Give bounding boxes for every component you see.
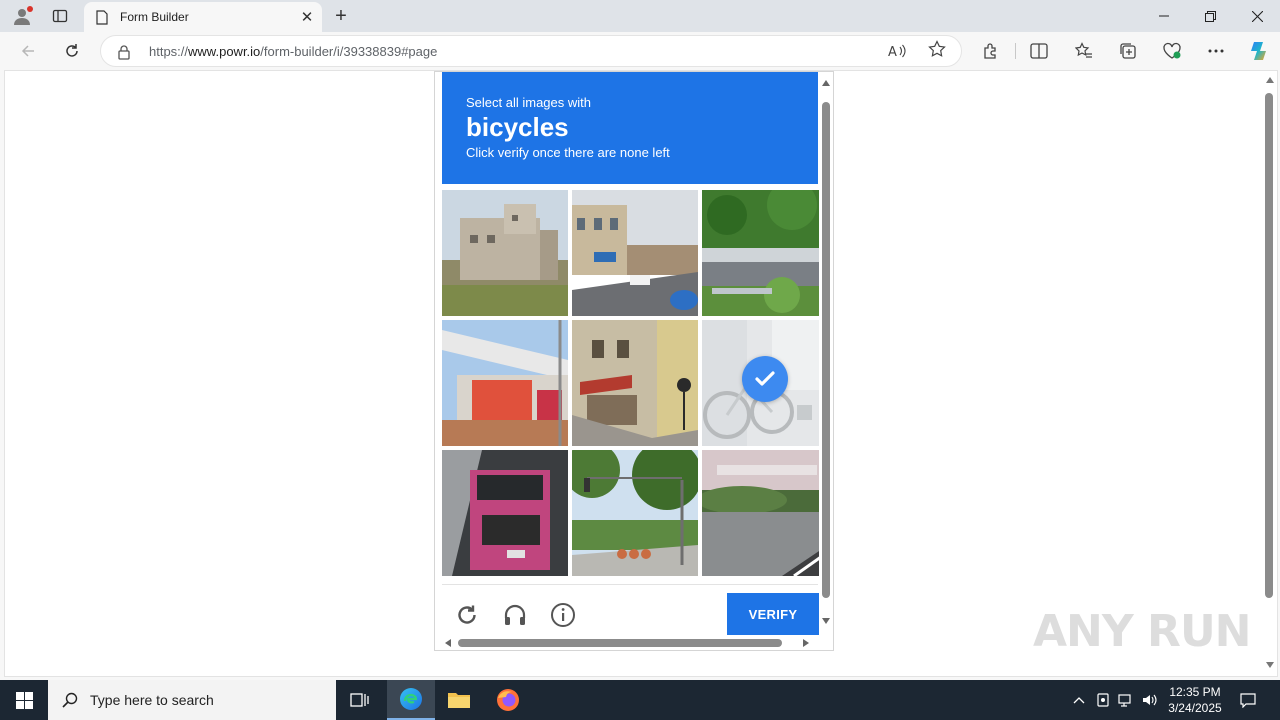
svg-text:A: A xyxy=(888,45,897,59)
read-aloud-icon[interactable]: A xyxy=(888,43,906,62)
selected-check-icon xyxy=(742,356,788,402)
favorite-star-icon[interactable] xyxy=(928,40,946,63)
tab-title: Form Builder xyxy=(120,10,189,24)
extensions-icon[interactable] xyxy=(976,36,1006,66)
search-icon xyxy=(62,692,78,708)
scroll-up-arrow-icon[interactable] xyxy=(1266,77,1274,83)
notifications-icon[interactable] xyxy=(1234,680,1262,720)
show-hidden-icons-chevron-icon[interactable] xyxy=(1068,680,1090,720)
close-window-icon[interactable] xyxy=(1234,0,1280,32)
captcha-target: bicycles xyxy=(466,112,569,142)
back-icon[interactable] xyxy=(13,36,43,66)
verify-button[interactable]: VERIFY xyxy=(727,593,819,635)
clock-date: 3/24/2025 xyxy=(1168,701,1222,715)
captcha-tile-cafe[interactable] xyxy=(572,320,698,446)
page-vertical-scrollbar[interactable] xyxy=(1261,71,1277,676)
network-icon[interactable] xyxy=(1115,680,1137,720)
captcha-tile-building[interactable] xyxy=(442,190,568,316)
lock-icon[interactable] xyxy=(117,44,133,60)
toolbar-divider xyxy=(1015,43,1016,59)
captcha-vertical-scrollbar[interactable] xyxy=(819,72,833,636)
profile-icon[interactable] xyxy=(8,0,36,32)
tab-form-builder[interactable]: Form Builder ✕ xyxy=(84,2,322,32)
anyrun-watermark: ANY RUN xyxy=(1033,606,1251,657)
captcha-tile-bicycle[interactable] xyxy=(702,320,828,446)
url-text[interactable]: https://www.powr.io/form-builder/i/39338… xyxy=(149,44,437,59)
favorites-icon[interactable] xyxy=(1069,36,1099,66)
captcha-tile-traffic-light[interactable] xyxy=(572,450,698,576)
reload-icon[interactable] xyxy=(453,601,481,629)
captcha-frame: Select all images with bicycles Click ve… xyxy=(434,71,834,651)
scrollbar-thumb[interactable] xyxy=(1265,93,1273,598)
windows-start-icon[interactable] xyxy=(0,680,48,720)
captcha-hint: Click verify once there are none left xyxy=(466,145,670,160)
scroll-left-arrow-icon[interactable] xyxy=(445,639,451,647)
taskbar-search-box[interactable]: Type here to search xyxy=(48,680,336,720)
audio-icon[interactable] xyxy=(501,601,529,629)
scrollbar-thumb[interactable] xyxy=(458,639,782,647)
file-explorer-icon[interactable] xyxy=(435,680,483,720)
meet-now-icon[interactable] xyxy=(1093,680,1113,720)
scroll-right-arrow-icon[interactable] xyxy=(803,639,809,647)
tab-actions-icon[interactable] xyxy=(46,0,74,32)
volume-icon[interactable] xyxy=(1139,680,1161,720)
scroll-down-arrow-icon[interactable] xyxy=(1266,662,1274,668)
split-screen-icon[interactable] xyxy=(1024,36,1054,66)
close-tab-icon[interactable]: ✕ xyxy=(294,4,320,30)
captcha-header: Select all images with bicycles Click ve… xyxy=(442,72,818,184)
reload-icon[interactable] xyxy=(57,36,87,66)
scroll-up-arrow-icon[interactable] xyxy=(822,80,830,86)
restore-icon[interactable] xyxy=(1187,0,1233,32)
clock-time: 12:35 PM xyxy=(1169,685,1221,699)
new-tab-button[interactable]: + xyxy=(328,0,354,32)
browser-title-bar: Form Builder ✕ + xyxy=(0,0,1280,32)
address-bar[interactable]: https://www.powr.io/form-builder/i/39338… xyxy=(100,35,962,67)
captcha-horizontal-scrollbar[interactable] xyxy=(435,636,821,650)
copilot-icon[interactable] xyxy=(1243,36,1273,66)
more-menu-icon[interactable] xyxy=(1201,36,1231,66)
task-view-icon[interactable] xyxy=(336,680,384,720)
edge-icon[interactable] xyxy=(387,680,435,720)
collections-icon[interactable] xyxy=(1113,36,1143,66)
page-icon xyxy=(96,9,110,25)
captcha-tile-bridge[interactable] xyxy=(702,190,828,316)
captcha-image-grid xyxy=(442,190,828,578)
scrollbar-thumb[interactable] xyxy=(822,102,830,598)
firefox-icon[interactable] xyxy=(484,680,532,720)
captcha-instruction: Select all images with xyxy=(466,95,591,110)
captcha-footer-divider xyxy=(442,584,818,585)
page-viewport: Select all images with bicycles Click ve… xyxy=(4,70,1278,677)
minimize-icon[interactable] xyxy=(1141,0,1187,32)
windows-taskbar: Type here to search 12:35 PM 3/24/2025 xyxy=(0,680,1280,720)
scroll-down-arrow-icon[interactable] xyxy=(822,618,830,624)
captcha-tile-hedge[interactable] xyxy=(702,450,828,576)
captcha-tile-street[interactable] xyxy=(572,190,698,316)
info-icon[interactable] xyxy=(549,601,577,629)
captcha-tile-truck[interactable] xyxy=(442,450,568,576)
clock[interactable]: 12:35 PM 3/24/2025 xyxy=(1160,680,1230,720)
browser-essentials-icon[interactable] xyxy=(1157,36,1187,66)
captcha-tile-billboard[interactable] xyxy=(442,320,568,446)
search-placeholder: Type here to search xyxy=(90,692,214,708)
